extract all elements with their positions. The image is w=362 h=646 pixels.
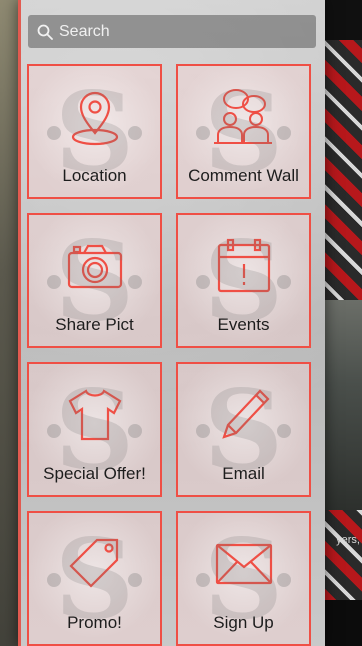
menu-tile-label: Location	[62, 166, 127, 185]
menu-tile-comment-wall[interactable]: S Comment Wall	[176, 64, 311, 199]
menu-tile-label: Sign Up	[213, 613, 274, 632]
menu-tile-label: Promo!	[67, 613, 122, 632]
search-icon	[37, 24, 53, 40]
menu-tile-events[interactable]: S Events	[176, 213, 311, 348]
calendar-icon	[216, 235, 272, 297]
search-input[interactable]	[57, 21, 301, 42]
menu-tile-location[interactable]: S Location	[27, 64, 162, 199]
background-photo	[322, 300, 362, 510]
background-bottom-bar	[322, 600, 362, 646]
menu-tile-sign-up[interactable]: S Sign Up	[176, 511, 311, 646]
menu-tile-email[interactable]: S Email	[176, 362, 311, 497]
menu-tile-special-offer[interactable]: S Special Offer!	[27, 362, 162, 497]
menu-tile-promo[interactable]: S Promo!	[27, 511, 162, 646]
pencil-icon	[216, 384, 272, 446]
menu-tile-label: Special Offer!	[43, 464, 146, 483]
envelope-icon	[214, 533, 274, 595]
side-menu-drawer: S Location S Comment Wall	[18, 0, 325, 646]
tag-icon	[67, 533, 123, 595]
location-pin-icon	[67, 86, 123, 148]
menu-tile-share-pict[interactable]: S Share Pict	[27, 213, 162, 348]
camera-icon	[66, 235, 124, 297]
menu-tile-label: Events	[217, 315, 270, 334]
menu-tile-label: Comment Wall	[188, 166, 299, 185]
menu-tile-label: Email	[222, 464, 265, 483]
people-chat-icon	[212, 86, 276, 148]
tshirt-icon	[66, 384, 124, 446]
search-bar[interactable]	[28, 15, 316, 48]
background-caption: yers,	[336, 534, 360, 546]
menu-tile-label: Share Pict	[55, 315, 134, 334]
